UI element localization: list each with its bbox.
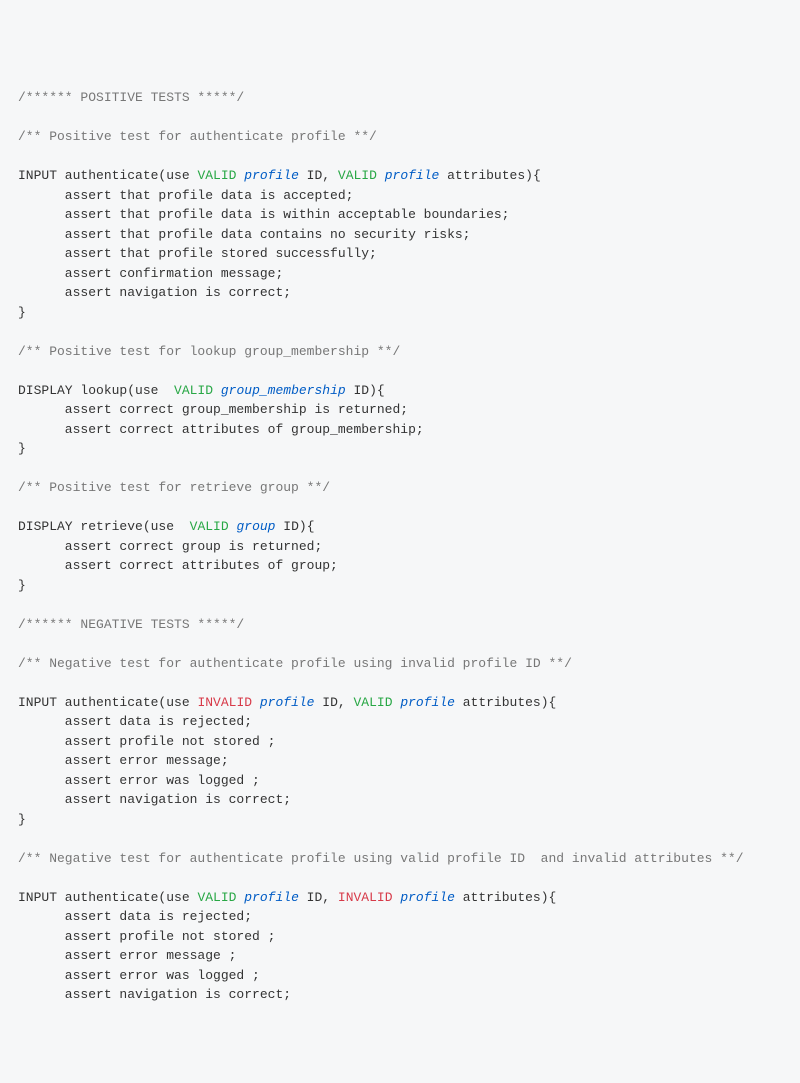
token-valid: VALID — [338, 168, 377, 183]
code-line: DISPLAY lookup(use VALID group_membershi… — [18, 383, 385, 398]
code-line: DISPLAY retrieve(use VALID group ID){ — [18, 519, 315, 534]
token-valid: VALID — [197, 168, 236, 183]
close-brace: } — [18, 441, 26, 456]
token-entity: profile — [244, 890, 299, 905]
token-entity: profile — [400, 695, 455, 710]
code-text — [252, 695, 260, 710]
code-text — [213, 383, 221, 398]
code-text: attributes){ — [439, 168, 540, 183]
token-entity: profile — [385, 168, 440, 183]
code-text: ID, — [314, 695, 353, 710]
assert-line: assert navigation is correct; — [18, 987, 291, 1002]
token-entity: profile — [260, 695, 315, 710]
assert-line: assert profile not stored ; — [18, 929, 275, 944]
assert-line: assert navigation is correct; — [18, 285, 291, 300]
assert-line: assert navigation is correct; — [18, 792, 291, 807]
code-text: DISPLAY retrieve(use — [18, 519, 190, 534]
code-text: attributes){ — [455, 695, 556, 710]
code-text: ID, — [299, 168, 338, 183]
token-entity: profile — [400, 890, 455, 905]
code-text: INPUT authenticate(use — [18, 890, 197, 905]
close-brace: } — [18, 812, 26, 827]
assert-line: assert error message; — [18, 753, 229, 768]
token-valid: VALID — [197, 890, 236, 905]
code-text: ID, — [299, 890, 338, 905]
code-text — [236, 890, 244, 905]
code-text: ID){ — [275, 519, 314, 534]
token-invalid: INVALID — [338, 890, 393, 905]
token-valid: VALID — [190, 519, 229, 534]
assert-line: assert that profile data contains no sec… — [18, 227, 470, 242]
token-valid: VALID — [174, 383, 213, 398]
assert-line: assert correct attributes of group; — [18, 558, 338, 573]
section-header-positive: /****** POSITIVE TESTS *****/ — [18, 90, 244, 105]
code-line: INPUT authenticate(use VALID profile ID,… — [18, 168, 541, 183]
code-text: ID){ — [346, 383, 385, 398]
comment-test5: /** Negative test for authenticate profi… — [18, 851, 744, 866]
assert-line: assert that profile stored successfully; — [18, 246, 377, 261]
comment-test1: /** Positive test for authenticate profi… — [18, 129, 377, 144]
code-text: INPUT authenticate(use — [18, 168, 197, 183]
token-entity: profile — [244, 168, 299, 183]
assert-line: assert correct group is returned; — [18, 539, 322, 554]
code-text: attributes){ — [455, 890, 556, 905]
assert-line: assert profile not stored ; — [18, 734, 275, 749]
comment-test2: /** Positive test for lookup group_membe… — [18, 344, 400, 359]
token-invalid: INVALID — [197, 695, 252, 710]
assert-line: assert error was logged ; — [18, 968, 260, 983]
comment-test4: /** Negative test for authenticate profi… — [18, 656, 572, 671]
assert-line: assert confirmation message; — [18, 266, 283, 281]
assert-line: assert error was logged ; — [18, 773, 260, 788]
assert-line: assert data is rejected; — [18, 714, 252, 729]
comment-test3: /** Positive test for retrieve group **/ — [18, 480, 330, 495]
close-brace: } — [18, 305, 26, 320]
code-line: INPUT authenticate(use VALID profile ID,… — [18, 890, 556, 905]
assert-line: assert correct attributes of group_membe… — [18, 422, 424, 437]
token-valid: VALID — [353, 695, 392, 710]
code-text — [393, 890, 401, 905]
close-brace: } — [18, 578, 26, 593]
section-header-negative: /****** NEGATIVE TESTS *****/ — [18, 617, 244, 632]
assert-line: assert error message ; — [18, 948, 236, 963]
assert-line: assert data is rejected; — [18, 909, 252, 924]
code-line: INPUT authenticate(use INVALID profile I… — [18, 695, 556, 710]
assert-line: assert that profile data is accepted; — [18, 188, 353, 203]
assert-line: assert that profile data is within accep… — [18, 207, 509, 222]
assert-line: assert correct group_membership is retur… — [18, 402, 408, 417]
code-text — [377, 168, 385, 183]
token-entity: group_membership — [221, 383, 346, 398]
code-text: DISPLAY lookup(use — [18, 383, 174, 398]
code-text: INPUT authenticate(use — [18, 695, 197, 710]
token-entity: group — [236, 519, 275, 534]
